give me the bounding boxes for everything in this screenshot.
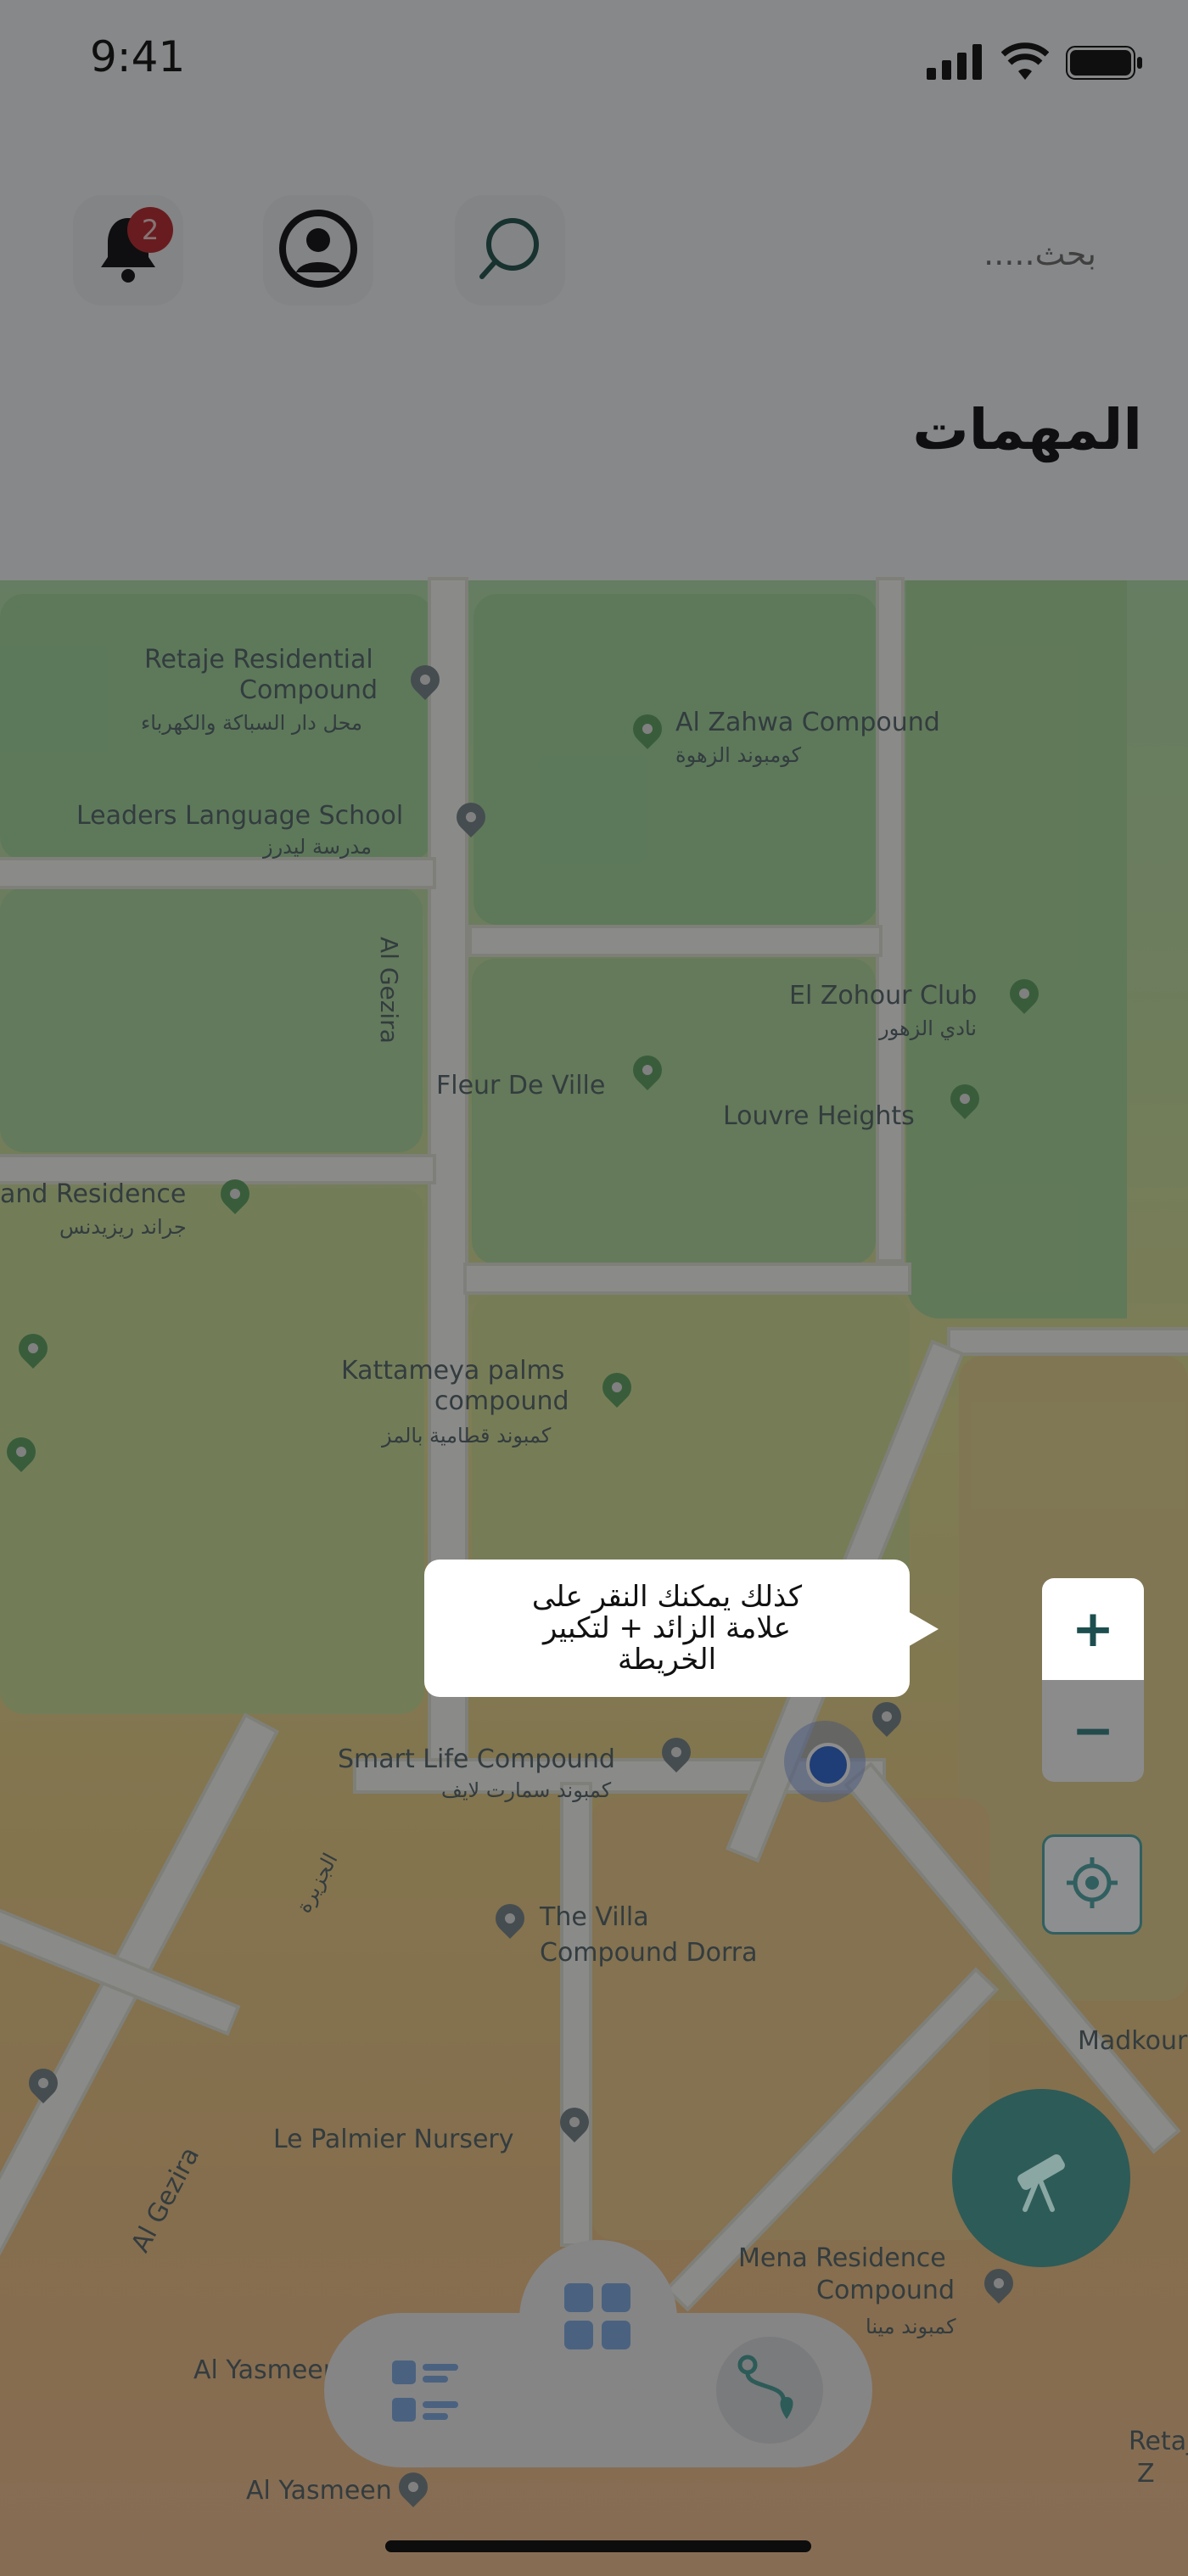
locate-button[interactable] xyxy=(1042,1834,1142,1935)
list-icon xyxy=(392,2360,458,2427)
zoom-out-button[interactable]: − xyxy=(1042,1680,1144,1782)
grid-icon xyxy=(564,2283,632,2355)
telescope-icon xyxy=(1003,2138,1079,2218)
tooltip-pointer xyxy=(906,1610,939,1648)
onboarding-tooltip: كذلك يمكنك النقر على علامة الزائد + لتكب… xyxy=(424,1560,910,1697)
nav-grid-button[interactable] xyxy=(519,2240,677,2398)
nav-route-button[interactable] xyxy=(716,2337,823,2444)
home-indicator xyxy=(385,2540,811,2552)
route-icon xyxy=(736,2355,804,2426)
telescope-fab-button[interactable] xyxy=(952,2089,1130,2267)
tooltip-text: كذلك يمكنك النقر على علامة الزائد + لتكب… xyxy=(531,1579,803,1677)
zoom-in-button[interactable]: + xyxy=(1042,1578,1144,1680)
locate-icon xyxy=(1065,1856,1119,1913)
nav-list-button[interactable] xyxy=(392,2360,458,2427)
